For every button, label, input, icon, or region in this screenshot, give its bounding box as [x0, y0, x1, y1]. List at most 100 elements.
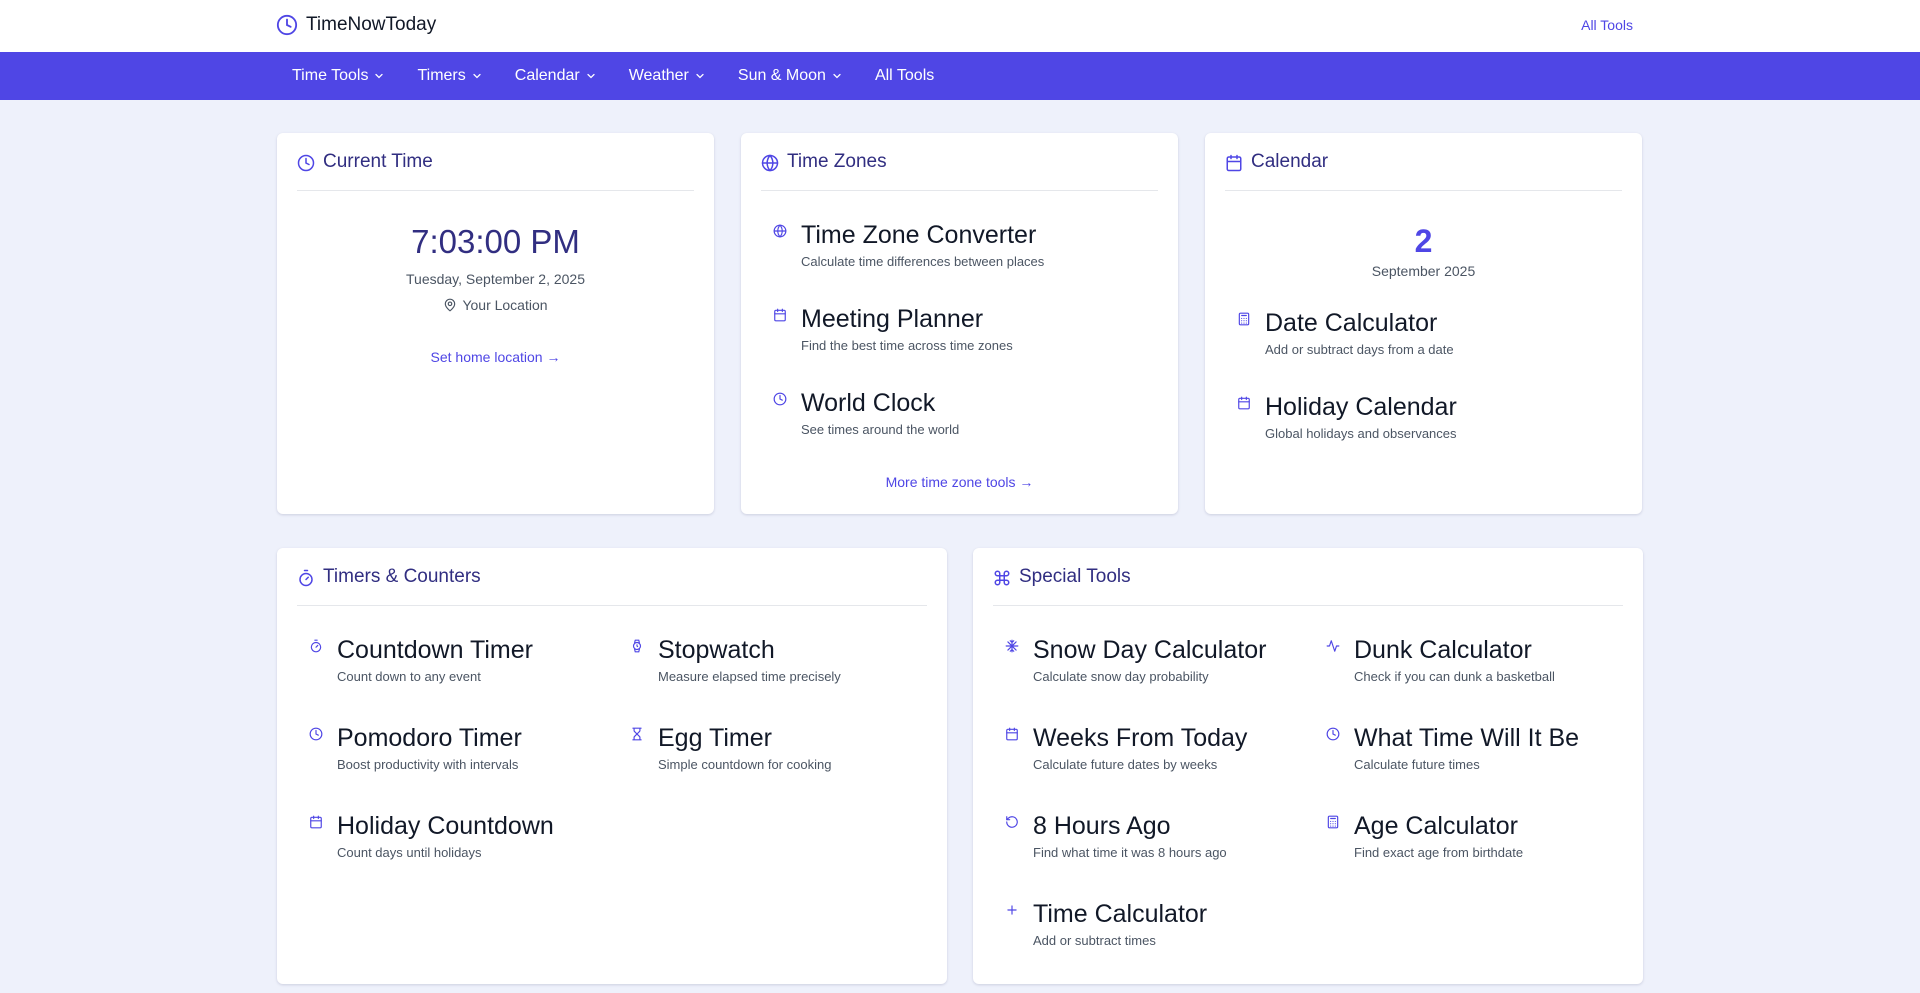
clock-icon — [309, 727, 325, 773]
tool-desc: Find the best time across time zones — [801, 338, 1013, 353]
tool-desc: Calculate time differences between place… — [801, 254, 1045, 269]
nav-calendar[interactable]: Calendar — [499, 52, 613, 100]
chevron-down-icon — [373, 70, 385, 82]
activity-icon — [1326, 639, 1342, 685]
tool-desc: Add or subtract times — [1033, 933, 1156, 948]
tool-desc: Simple countdown for cooking — [658, 757, 832, 772]
card-title: Calendar — [1251, 151, 1329, 172]
tool-title: Time Calculator — [1033, 900, 1208, 928]
main-nav: Time Tools Timers Calendar Weather Sun &… — [0, 52, 1920, 100]
chevron-down-icon — [831, 70, 843, 82]
tool-desc: Find what time it was 8 hours ago — [1033, 845, 1227, 860]
nav-label: Timers — [417, 67, 466, 84]
current-time-value: 7:03:00 PM — [411, 223, 580, 260]
tool-title: Time Zone Converter — [801, 221, 1037, 249]
tool-egg-timer[interactable]: Egg Timer Simple countdown for cooking — [630, 723, 831, 773]
card-header: Special Tools — [993, 566, 1623, 606]
tool-title: Egg Timer — [658, 724, 772, 752]
timer-icon — [297, 569, 315, 587]
brand-logo[interactable]: TimeNowToday — [276, 14, 436, 36]
calendar-icon — [773, 308, 789, 354]
tool-title: Holiday Calendar — [1265, 393, 1457, 421]
calendar-icon — [1237, 396, 1253, 442]
card-title: Special Tools — [1019, 566, 1131, 587]
tool-time-zone-converter[interactable]: Time Zone Converter Calculate time diffe… — [773, 220, 1044, 270]
nav-all-tools[interactable]: All Tools — [859, 52, 950, 100]
card-title: Time Zones — [787, 151, 887, 172]
card-header: Time Zones — [761, 151, 1158, 191]
top-bar: TimeNowToday All Tools — [0, 0, 1920, 52]
nav-label: Weather — [628, 67, 689, 84]
nav-time-tools[interactable]: Time Tools — [276, 52, 401, 100]
tool-title: Meeting Planner — [801, 305, 984, 333]
tool-date-calculator[interactable]: Date Calculator Add or subtract days fro… — [1237, 308, 1454, 358]
watch-icon — [630, 639, 646, 685]
chevron-down-icon — [585, 70, 597, 82]
timer-icon — [309, 639, 325, 685]
tool-time-calculator[interactable]: Time Calculator Add or subtract times — [1005, 899, 1207, 949]
set-home-location-link[interactable]: Set home location → — [277, 349, 714, 365]
calculator-icon — [1237, 312, 1253, 358]
globe-icon — [761, 154, 779, 172]
tool-title: 8 Hours Ago — [1033, 812, 1171, 840]
current-date: Tuesday, September 2, 2025 — [406, 271, 585, 287]
tool-title: Date Calculator — [1265, 309, 1438, 337]
tool-title: Snow Day Calculator — [1033, 636, 1267, 664]
brand-name: TimeNowToday — [306, 14, 437, 35]
tool-holiday-countdown[interactable]: Holiday Countdown Count days until holid… — [309, 811, 554, 861]
tool-age-calculator[interactable]: Age Calculator Find exact age from birth… — [1326, 811, 1523, 861]
tool-dunk-calculator[interactable]: Dunk Calculator Check if you can dunk a … — [1326, 635, 1555, 685]
tool-desc: Add or subtract days from a date — [1265, 342, 1454, 357]
tool-desc: Calculate future dates by weeks — [1033, 757, 1218, 772]
card-header: Timers & Counters — [297, 566, 927, 606]
tool-pomodoro-timer[interactable]: Pomodoro Timer Boost productivity with i… — [309, 723, 522, 773]
nav-sun-moon[interactable]: Sun & Moon — [722, 52, 859, 100]
nav-label: Time Tools — [292, 67, 369, 84]
calendar-icon — [1005, 727, 1021, 773]
rotate-ccw-icon — [1005, 815, 1021, 861]
nav-label: All Tools — [874, 67, 935, 84]
calculator-icon — [1326, 815, 1342, 861]
tool-what-time-will-it-be[interactable]: What Time Will It Be Calculate future ti… — [1326, 723, 1579, 773]
card-header: Current Time — [297, 151, 694, 191]
nav-weather[interactable]: Weather — [613, 52, 722, 100]
tool-meeting-planner[interactable]: Meeting Planner Find the best time acros… — [773, 304, 1013, 354]
tool-stopwatch[interactable]: Stopwatch Measure elapsed time precisely — [630, 635, 841, 685]
tool-snow-day-calculator[interactable]: Snow Day Calculator Calculate snow day p… — [1005, 635, 1266, 685]
tool-world-clock[interactable]: World Clock See times around the world — [773, 388, 959, 438]
tool-title: What Time Will It Be — [1354, 724, 1580, 752]
tool-title: Countdown Timer — [337, 636, 533, 664]
location-line: Your Location — [277, 297, 714, 313]
card-title: Current Time — [323, 151, 433, 172]
calendar-day: 2 — [1414, 223, 1433, 259]
tool-desc: Calculate snow day probability — [1033, 669, 1209, 684]
special-tools-card: Special Tools Snow Day Calculator Calcul… — [973, 548, 1643, 984]
tool-desc: Count days until holidays — [337, 845, 482, 860]
tool-desc: Calculate future times — [1354, 757, 1480, 772]
current-time-card: Current Time 7:03:00 PM Tuesday, Septemb… — [277, 133, 714, 514]
tool-desc: Measure elapsed time precisely — [658, 669, 841, 684]
calendar-card: Calendar 2 September 2025 Date Calculato… — [1205, 133, 1642, 514]
tool-title: Weeks From Today — [1033, 724, 1248, 752]
tool-desc: See times around the world — [801, 422, 960, 437]
timers-counters-card: Timers & Counters Countdown Timer Count … — [277, 548, 947, 984]
calendar-icon — [309, 815, 325, 861]
tool-title: Age Calculator — [1354, 812, 1518, 840]
tool-weeks-from-today[interactable]: Weeks From Today Calculate future dates … — [1005, 723, 1247, 773]
clock-icon — [1326, 727, 1342, 773]
tool-holiday-calendar[interactable]: Holiday Calendar Global holidays and obs… — [1237, 392, 1457, 442]
nav-timers[interactable]: Timers — [401, 52, 498, 100]
tool-title: Pomodoro Timer — [337, 724, 522, 752]
map-pin-icon — [443, 298, 457, 312]
globe-icon — [773, 224, 789, 270]
all-tools-link[interactable]: All Tools — [1581, 17, 1633, 33]
tool-desc: Global holidays and observances — [1265, 426, 1457, 441]
tool-desc: Find exact age from birthdate — [1354, 845, 1524, 860]
location-text: Your Location — [462, 297, 548, 313]
hourglass-icon — [630, 727, 646, 773]
tool-8-hours-ago[interactable]: 8 Hours Ago Find what time it was 8 hour… — [1005, 811, 1227, 861]
tool-countdown-timer[interactable]: Countdown Timer Count down to any event — [309, 635, 533, 685]
more-time-zone-tools-link[interactable]: More time zone tools → — [741, 474, 1178, 490]
tool-desc: Boost productivity with intervals — [337, 757, 519, 772]
chevron-down-icon — [471, 70, 483, 82]
